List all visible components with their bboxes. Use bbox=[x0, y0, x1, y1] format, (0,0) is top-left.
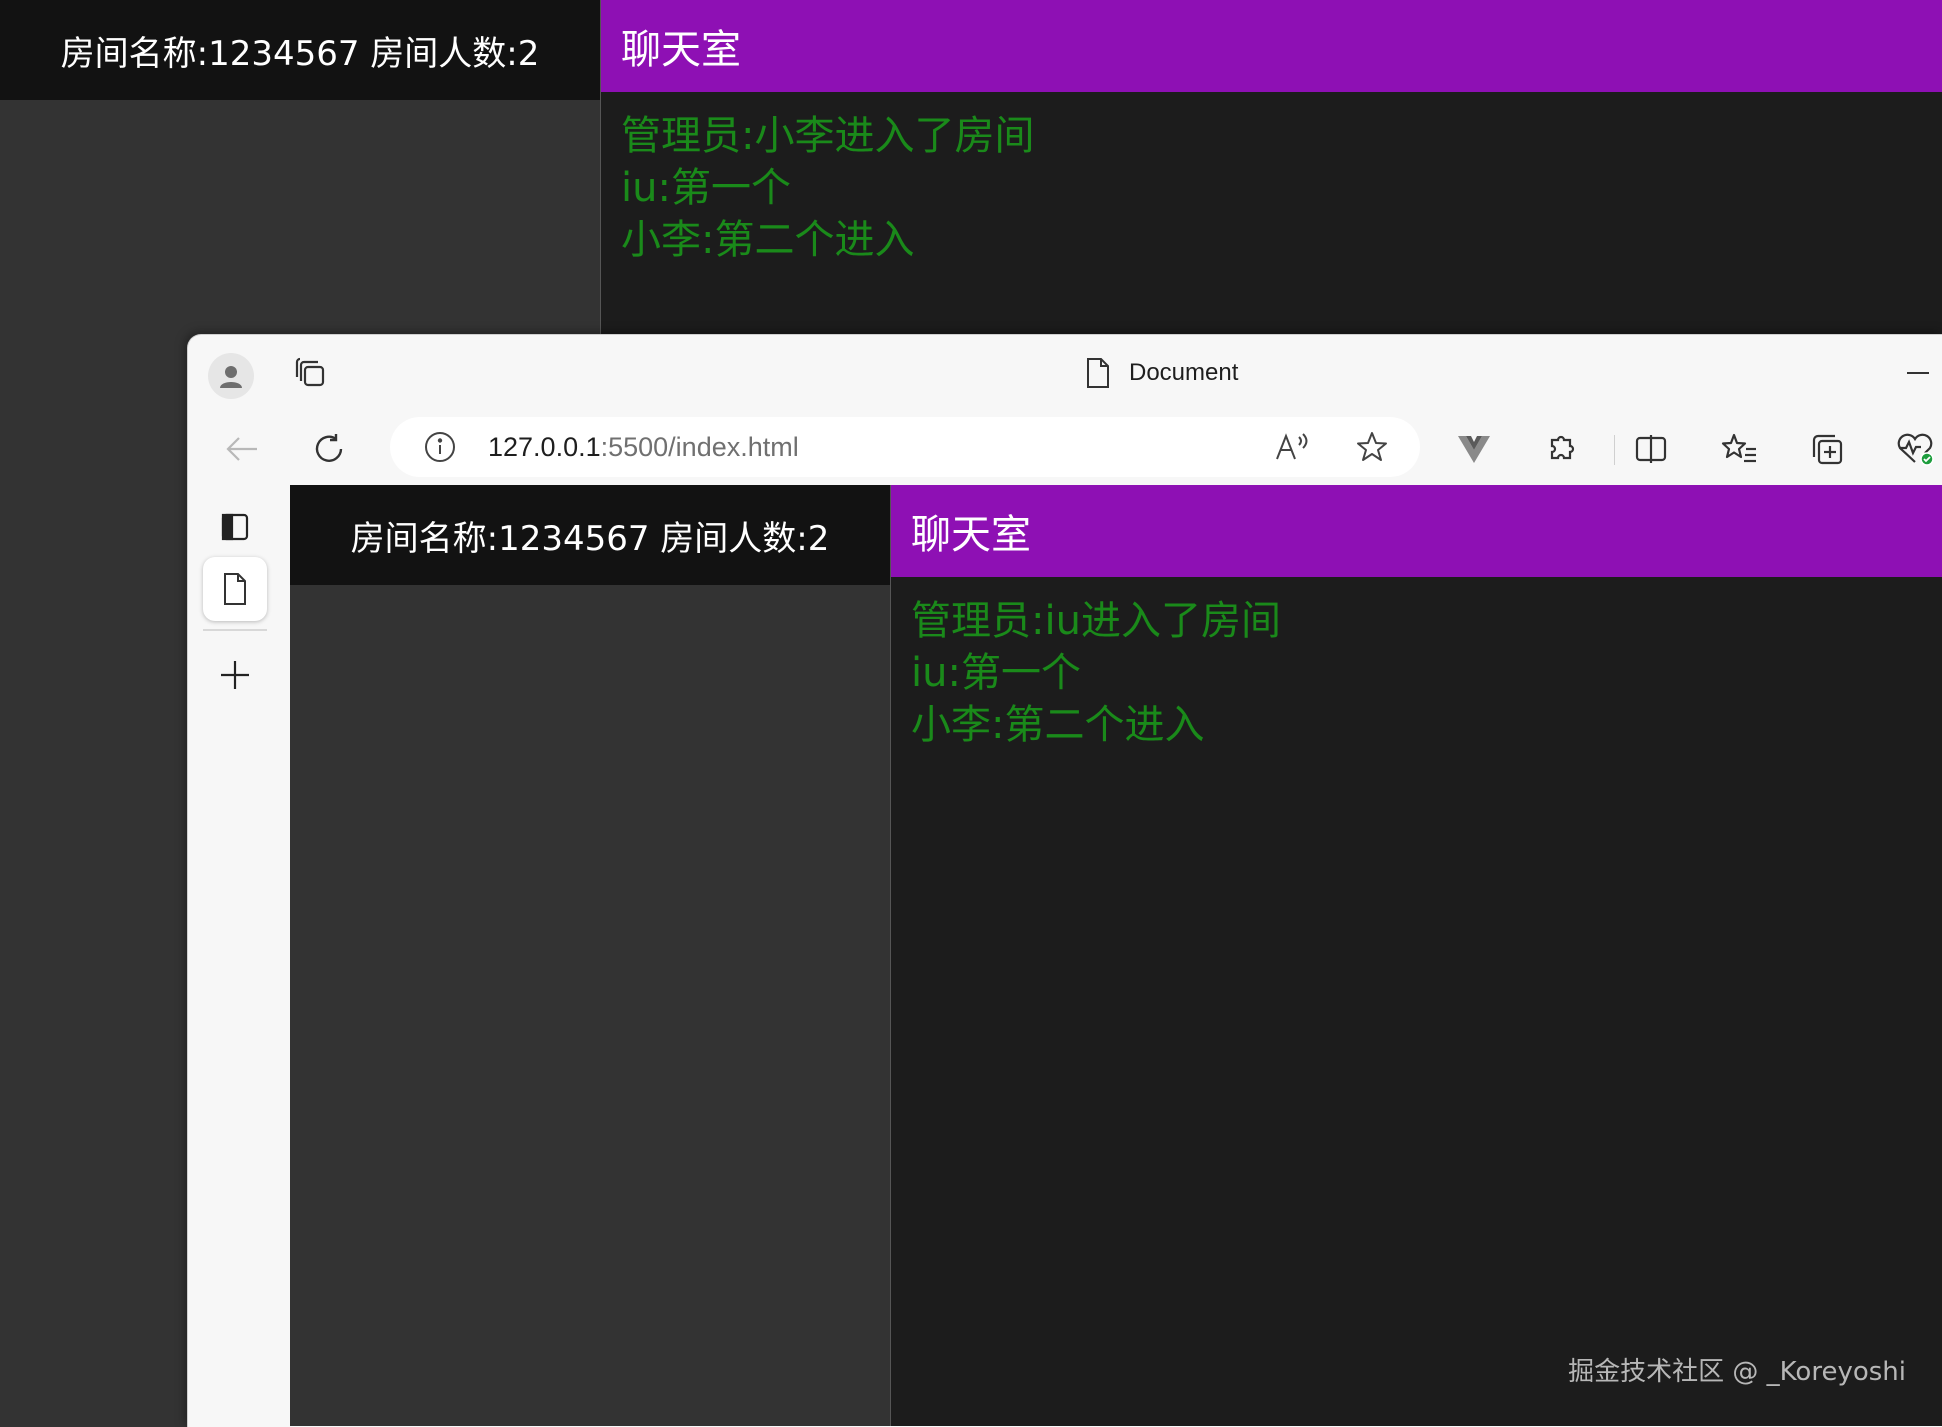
chat-title: 聊天室 bbox=[891, 485, 1942, 577]
toolbar: 127.0.0.1:5500/index.html bbox=[188, 409, 1942, 485]
document-icon bbox=[1087, 358, 1109, 388]
toolbar-divider bbox=[1614, 435, 1615, 465]
address-bar[interactable]: 127.0.0.1:5500/index.html bbox=[390, 417, 1420, 477]
minimize-icon[interactable] bbox=[1893, 353, 1942, 393]
chat-panel: 聊天室 管理员:iu进入了房间 iu:第一个 小李:第二个进入 bbox=[890, 485, 1942, 1426]
message-list: 管理员:小李进入了房间 iu:第一个 小李:第二个进入 bbox=[601, 92, 1942, 284]
room-info: 房间名称:1234567 房间人数:2 bbox=[0, 0, 600, 100]
message: 小李:第二个进入 bbox=[621, 217, 915, 263]
vue-devtools-icon[interactable] bbox=[1452, 427, 1496, 471]
watermark: 掘金技术社区 @ _Koreyoshi bbox=[1568, 1357, 1906, 1387]
document-icon bbox=[224, 573, 246, 605]
browser-essentials-icon[interactable] bbox=[1893, 427, 1937, 471]
foreground-chat-app: 房间名称:1234567 房间人数:2 聊天室 管理员:iu进入了房间 iu:第… bbox=[290, 485, 1942, 1426]
url-text[interactable]: 127.0.0.1:5500/index.html bbox=[488, 417, 799, 477]
plus-icon[interactable] bbox=[203, 643, 267, 707]
refresh-icon[interactable] bbox=[307, 427, 351, 471]
message: iu:第一个 bbox=[621, 165, 791, 211]
profile-icon[interactable] bbox=[208, 353, 254, 399]
url-path: :5500/index.html bbox=[600, 431, 799, 462]
vertical-tabs-icon[interactable] bbox=[203, 495, 267, 559]
message: 小李:第二个进入 bbox=[911, 702, 1205, 748]
info-icon[interactable] bbox=[422, 429, 458, 465]
read-aloud-icon[interactable] bbox=[1272, 429, 1312, 465]
back-arrow-icon[interactable] bbox=[220, 427, 264, 471]
collections-icon[interactable] bbox=[1805, 427, 1849, 471]
room-panel: 房间名称:1234567 房间人数:2 bbox=[290, 485, 890, 1426]
favorites-icon[interactable] bbox=[1717, 427, 1761, 471]
message: 管理员:iu进入了房间 bbox=[911, 598, 1281, 644]
title-bar: Document bbox=[188, 335, 1942, 409]
vertical-tabs-sidebar bbox=[188, 485, 290, 1427]
tab-document[interactable] bbox=[203, 557, 267, 621]
message: 管理员:小李进入了房间 bbox=[621, 113, 1035, 159]
sidebar-divider bbox=[203, 629, 267, 631]
split-screen-icon[interactable] bbox=[1629, 427, 1673, 471]
chat-title: 聊天室 bbox=[601, 0, 1942, 92]
message: iu:第一个 bbox=[911, 650, 1081, 696]
tab-actions-icon[interactable] bbox=[290, 353, 330, 393]
tab-title: Document bbox=[1129, 359, 1239, 386]
message-list: 管理员:iu进入了房间 iu:第一个 小李:第二个进入 bbox=[891, 577, 1942, 769]
active-tab-title: Document bbox=[1085, 353, 1238, 393]
room-body bbox=[290, 585, 890, 1426]
extensions-icon[interactable] bbox=[1539, 427, 1583, 471]
star-icon[interactable] bbox=[1352, 429, 1392, 465]
room-info: 房间名称:1234567 房间人数:2 bbox=[290, 485, 890, 585]
url-host: 127.0.0.1 bbox=[488, 431, 601, 462]
